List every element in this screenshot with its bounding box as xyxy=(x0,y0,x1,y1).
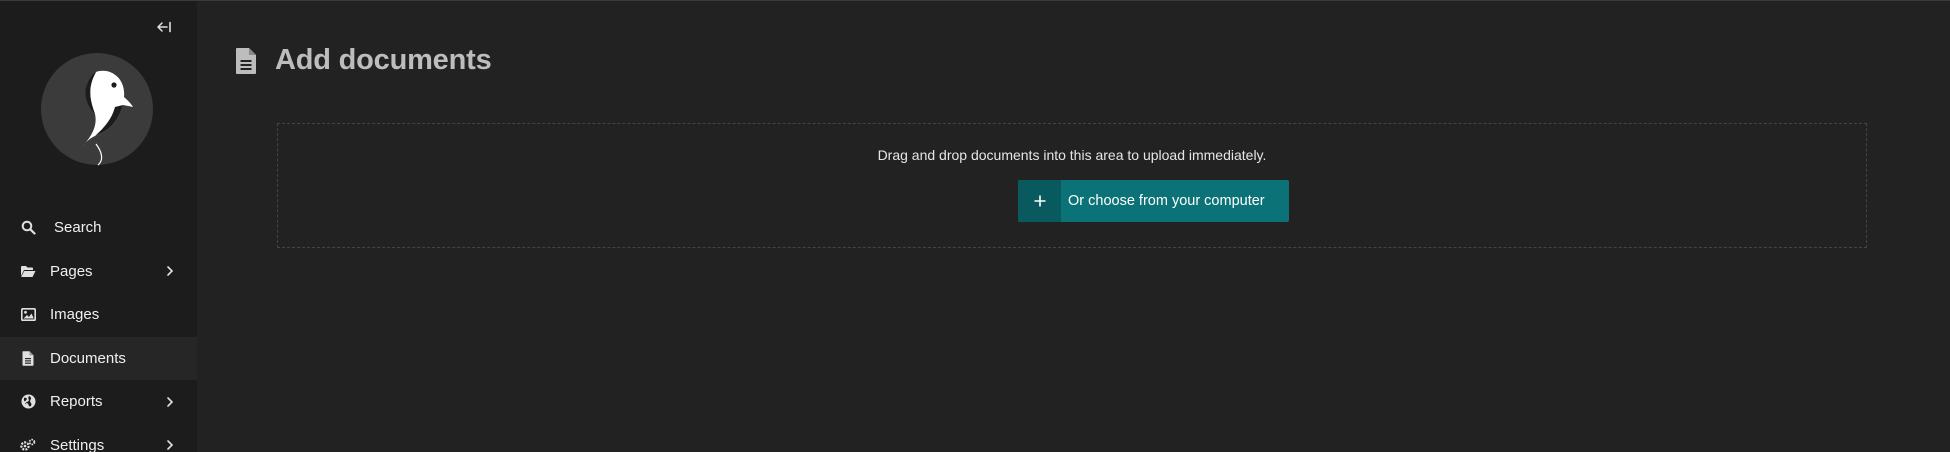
sidebar-item-pages[interactable]: Pages xyxy=(0,250,197,294)
globe-icon xyxy=(20,394,36,410)
wagtail-logo[interactable] xyxy=(40,52,154,166)
sidebar-item-label: Search xyxy=(54,219,102,237)
page-header: Add documents xyxy=(235,44,492,77)
search-icon xyxy=(20,220,36,236)
page-title: Add documents xyxy=(275,44,492,76)
wagtail-bird-logo xyxy=(41,53,153,166)
folder-open-icon xyxy=(20,263,36,279)
main-content: Add documents Drag and drop documents in… xyxy=(197,1,1950,452)
sidebar-item-label: Images xyxy=(50,306,100,324)
sidebar: Search Pages Images Documents Reports Se… xyxy=(0,1,197,452)
sidebar-item-label: Reports xyxy=(50,393,103,411)
dropzone-instructions: Drag and drop documents into this area t… xyxy=(877,147,1267,163)
cogs-icon xyxy=(20,437,36,452)
sidebar-item-settings[interactable]: Settings xyxy=(0,424,197,452)
sidebar-item-search[interactable]: Search xyxy=(0,206,197,250)
sidebar-item-label: Pages xyxy=(50,262,93,280)
upload-dropzone[interactable]: Drag and drop documents into this area t… xyxy=(277,123,1867,248)
main-menu: Search Pages Images Documents Reports Se… xyxy=(0,206,197,452)
plus-icon xyxy=(1018,180,1061,222)
sidebar-item-documents[interactable]: Documents xyxy=(0,336,197,380)
chevron-right-icon xyxy=(167,396,174,407)
choose-file-button[interactable]: Or choose from your computer xyxy=(1018,180,1289,222)
document-icon xyxy=(236,47,256,74)
sidebar-item-reports[interactable]: Reports xyxy=(0,380,197,424)
collapse-sidebar-button[interactable] xyxy=(152,16,176,38)
sidebar-item-label: Settings xyxy=(50,436,105,452)
choose-file-button-label: Or choose from your computer xyxy=(1068,193,1265,209)
sidebar-item-label: Documents xyxy=(50,349,126,367)
sidebar-item-images[interactable]: Images xyxy=(0,293,197,337)
chevron-right-icon xyxy=(167,440,174,451)
chevron-right-icon xyxy=(167,266,174,277)
collapse-sidebar-icon xyxy=(157,21,171,33)
image-icon xyxy=(20,307,36,323)
document-icon xyxy=(20,350,36,366)
